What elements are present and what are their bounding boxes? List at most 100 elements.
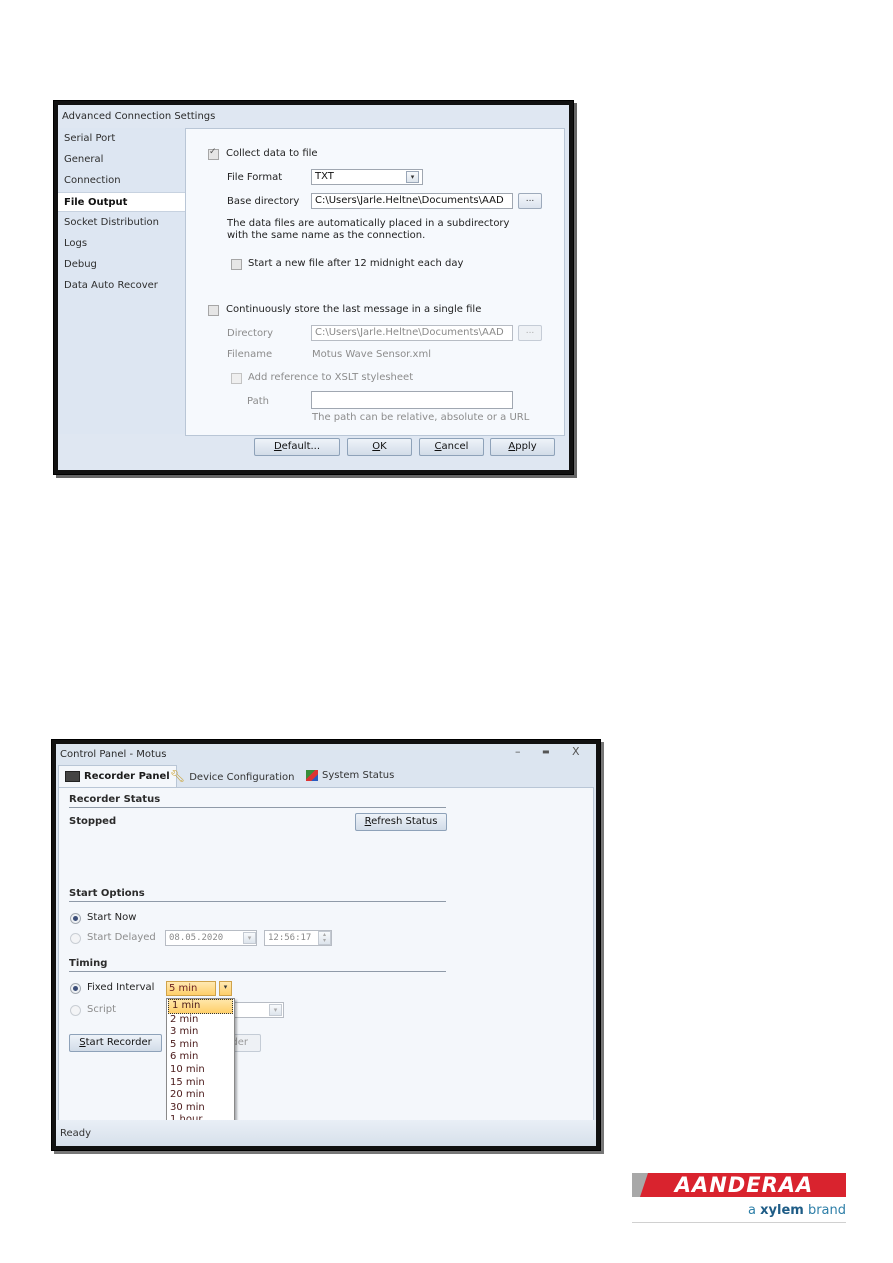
- recorder-status-heading: Recorder Status: [69, 794, 161, 805]
- refresh-status-button[interactable]: Refresh Status: [355, 813, 447, 831]
- directory-browse-button[interactable]: ...: [518, 325, 542, 341]
- cancel-accel: C: [434, 441, 442, 452]
- start-delayed-radio[interactable]: [70, 933, 81, 944]
- chevron-down-icon[interactable]: ▾: [243, 932, 256, 944]
- start-label: tart Recorder: [85, 1037, 152, 1048]
- base-directory-input[interactable]: C:\Users\Jarle.Heltne\Documents\AAD: [311, 193, 513, 209]
- interval-option[interactable]: 5 min: [167, 1039, 234, 1052]
- control-panel-window: Control Panel - Motus – ▬ X Recorder Pan…: [51, 739, 601, 1151]
- nav-item-connection[interactable]: Connection: [64, 171, 121, 191]
- status-bar: Ready: [56, 1120, 596, 1146]
- divider: [69, 807, 446, 808]
- status-text: Ready: [60, 1128, 92, 1139]
- nav-item-file-output[interactable]: File Output: [58, 192, 185, 212]
- path-label: Path: [247, 396, 269, 407]
- start-delayed-label: Start Delayed: [87, 932, 156, 943]
- tab-label: System Status: [322, 770, 395, 781]
- system-status-icon: [306, 769, 318, 781]
- minimize-button[interactable]: –: [515, 745, 521, 758]
- path-hint: The path can be relative, absolute or a …: [312, 412, 530, 423]
- nav-item-general[interactable]: General: [64, 150, 103, 170]
- dropdown-items: 1 min 2 min 3 min 5 min 6 min 10 min 15 min 20 …: [167, 999, 234, 1140]
- maximize-button[interactable]: ▬: [542, 747, 550, 756]
- default-label: efault...: [281, 441, 321, 452]
- window-body: Control Panel - Motus – ▬ X Recorder Pan…: [56, 744, 596, 1146]
- apply-button[interactable]: Apply: [490, 438, 555, 456]
- interval-option[interactable]: 15 min: [167, 1077, 234, 1090]
- dialog-body: Advanced Connection Settings Serial Port…: [58, 105, 569, 470]
- default-button[interactable]: Default...: [254, 438, 340, 456]
- base-directory-browse-button[interactable]: ...: [518, 193, 542, 209]
- ok-accel: O: [372, 441, 381, 452]
- directory-label: Directory: [227, 328, 274, 339]
- interval-option[interactable]: 30 min: [167, 1102, 234, 1115]
- start-now-radio[interactable]: [70, 913, 81, 924]
- directory-input[interactable]: C:\Users\Jarle.Heltne\Documents\AAD: [311, 325, 513, 341]
- file-format-value: TXT: [315, 171, 334, 182]
- continuous-store-checkbox[interactable]: [208, 305, 219, 316]
- logo-tagline: a xylem brand: [748, 1203, 846, 1218]
- filename-value: Motus Wave Sensor.xml: [312, 349, 431, 360]
- divider: [69, 901, 446, 902]
- interval-option[interactable]: 20 min: [167, 1089, 234, 1102]
- nav-item-serial-port[interactable]: Serial Port: [64, 129, 115, 149]
- interval-select[interactable]: 5 min: [166, 981, 216, 996]
- recorder-panel: Recorder Status Stopped Refresh Status S…: [58, 787, 594, 1141]
- tab-label: Recorder Panel: [84, 771, 170, 782]
- timing-heading: Timing: [69, 958, 108, 969]
- tab-system-status[interactable]: System Status: [306, 765, 394, 787]
- logo-wordmark: AANDERAA: [674, 1173, 814, 1197]
- settings-nav: Serial Port General Connection File Outp…: [58, 128, 185, 434]
- advanced-connection-settings-dialog: Advanced Connection Settings Serial Port…: [53, 100, 574, 475]
- nav-item-socket-distribution[interactable]: Socket Distribution: [64, 213, 159, 233]
- default-accel: D: [273, 441, 282, 452]
- start-recorder-button[interactable]: Start Recorder: [69, 1034, 162, 1052]
- interval-option[interactable]: 10 min: [167, 1064, 234, 1077]
- fixed-interval-radio[interactable]: [70, 983, 81, 994]
- interval-option[interactable]: 1 min: [168, 999, 233, 1014]
- tagline-brand: xylem: [760, 1203, 804, 1218]
- script-radio[interactable]: [70, 1005, 81, 1016]
- close-button[interactable]: X: [572, 745, 580, 758]
- cancel-button[interactable]: Cancel: [419, 438, 484, 456]
- tagline-prefix: a: [748, 1203, 761, 1218]
- tab-device-configuration[interactable]: 🔧︎ Device Configuration: [170, 765, 294, 787]
- window-title: Control Panel - Motus: [60, 749, 167, 760]
- collect-data-checkbox[interactable]: [208, 147, 219, 160]
- time-spinner[interactable]: ▴ ▾: [318, 931, 331, 945]
- info-text-line2: with the same name as the connection.: [227, 230, 426, 241]
- refresh-label: efresh Status: [371, 816, 438, 827]
- tools-icon: 🔧︎: [170, 769, 186, 783]
- nav-item-logs[interactable]: Logs: [64, 234, 87, 254]
- chevron-down-icon[interactable]: ▾: [406, 171, 419, 183]
- chevron-down-icon[interactable]: ▾: [269, 1004, 282, 1016]
- interval-option[interactable]: 6 min: [167, 1051, 234, 1064]
- logo-underline: [632, 1222, 846, 1223]
- recorder-status-value: Stopped: [69, 816, 117, 827]
- file-output-panel: Collect data to file File Format TXT ▾ B…: [185, 128, 565, 436]
- tab-recorder-panel[interactable]: Recorder Panel: [58, 765, 177, 788]
- cancel-label: ancel: [441, 441, 469, 452]
- aanderaa-logo: AANDERAA a xylem brand: [632, 1173, 846, 1223]
- divider: [69, 971, 446, 972]
- collect-data-label: Collect data to file: [226, 148, 318, 159]
- path-input[interactable]: [311, 391, 513, 409]
- continuous-store-label: Continuously store the last message in a…: [226, 304, 482, 315]
- nav-item-debug[interactable]: Debug: [64, 255, 97, 275]
- tab-label: Device Configuration: [189, 772, 295, 783]
- ok-button[interactable]: OK: [347, 438, 412, 456]
- chevron-down-icon[interactable]: ▾: [219, 981, 232, 996]
- tagline-suffix: brand: [803, 1203, 846, 1218]
- nav-item-data-auto-recover[interactable]: Data Auto Recover: [64, 276, 158, 296]
- interval-option[interactable]: 3 min: [167, 1026, 234, 1039]
- filename-label: Filename: [227, 349, 273, 360]
- file-format-label: File Format: [227, 172, 283, 183]
- interval-option[interactable]: 2 min: [167, 1014, 234, 1027]
- script-label: Script: [87, 1004, 117, 1015]
- xslt-checkbox[interactable]: [231, 373, 242, 384]
- apply-label: pply: [515, 441, 537, 452]
- start-now-label: Start Now: [87, 912, 137, 923]
- fixed-interval-label: Fixed Interval: [87, 982, 155, 993]
- new-file-midnight-checkbox[interactable]: [231, 259, 242, 270]
- base-directory-label: Base directory: [227, 196, 300, 207]
